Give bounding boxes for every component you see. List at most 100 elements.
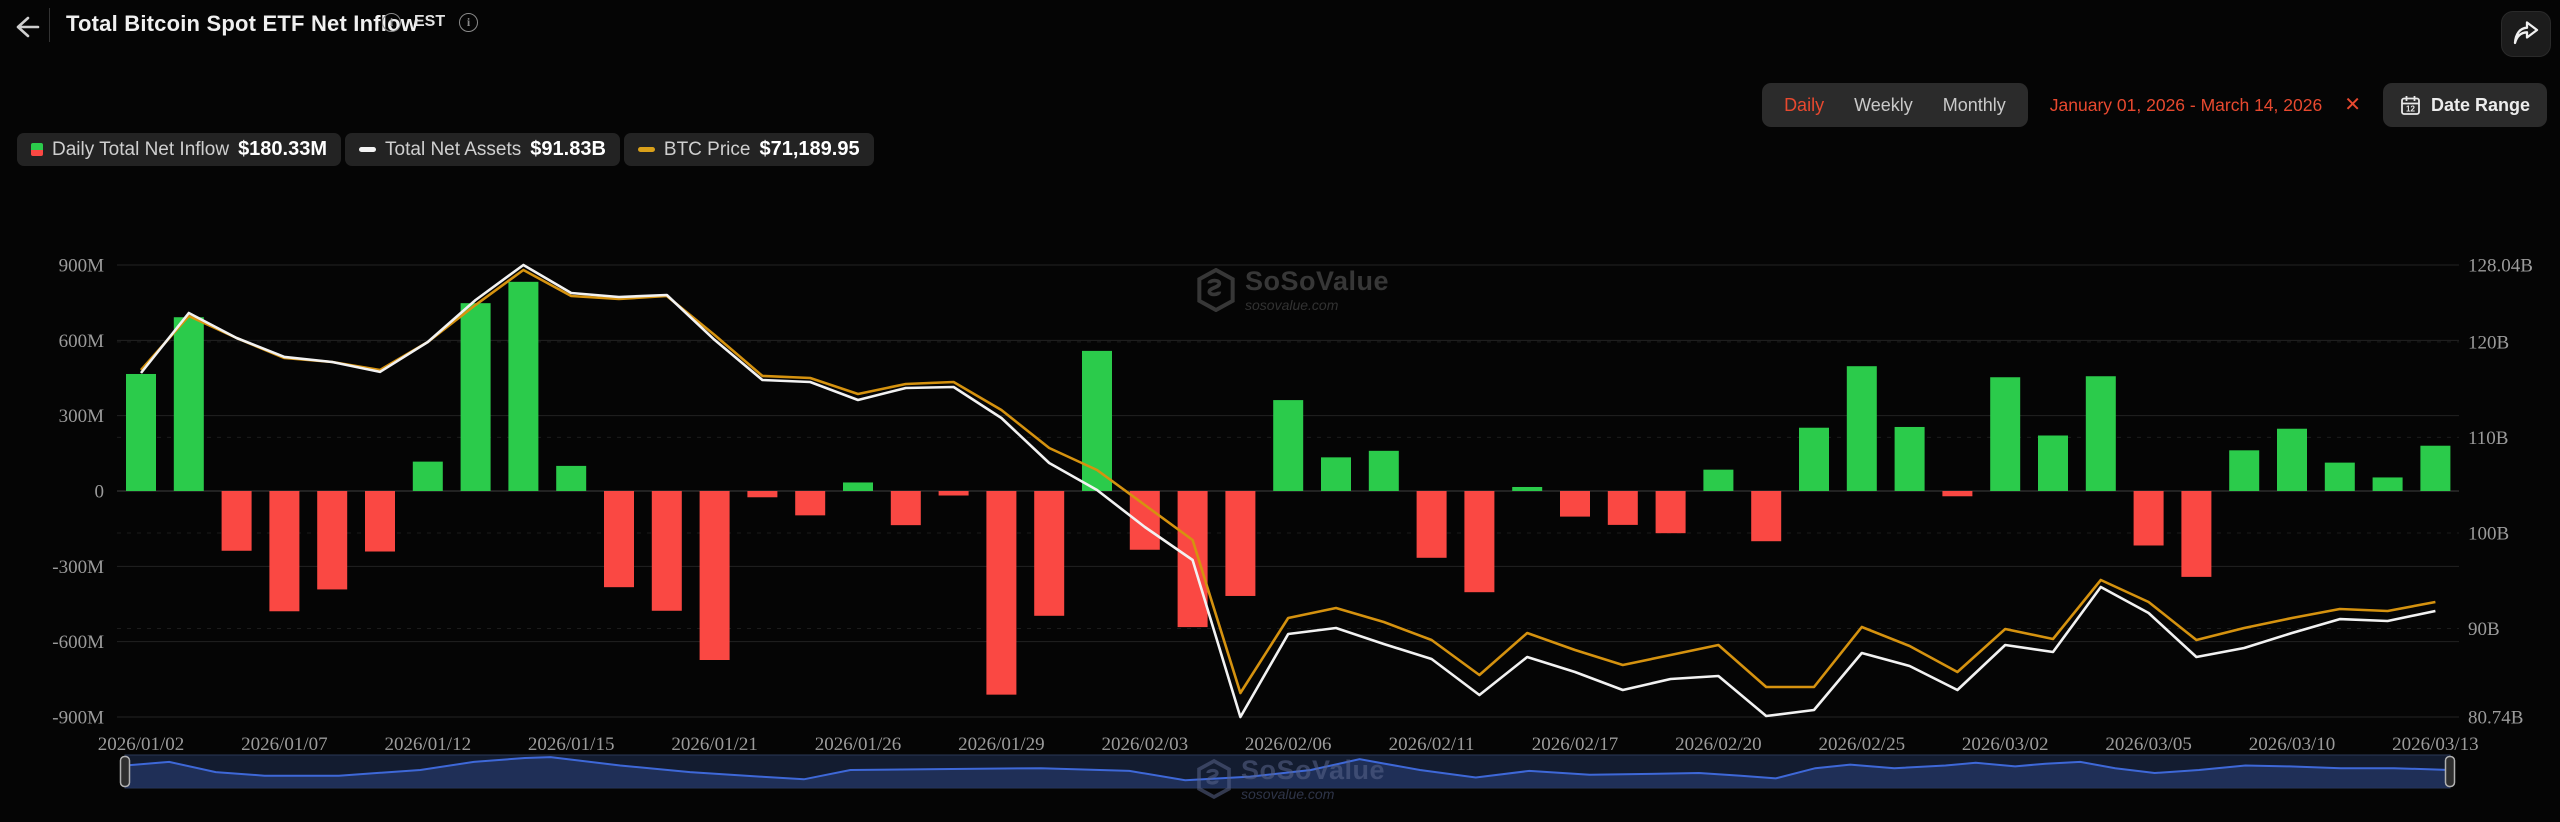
inflow-bar (1225, 491, 1255, 596)
inflow-bar (1703, 470, 1733, 491)
granularity-switch: Daily Weekly Monthly (1762, 83, 2028, 127)
x-axis-label: 2026/01/29 (958, 734, 1045, 755)
inflow-bar (2229, 450, 2259, 491)
legend-chip-btc-price[interactable]: BTC Price $71,189.95 (624, 133, 874, 166)
x-axis-label: 2026/01/26 (815, 734, 902, 755)
tab-weekly[interactable]: Weekly (1854, 95, 1913, 116)
inflow-bar (461, 303, 491, 491)
inflow-bar (1273, 400, 1303, 491)
legend-value: $71,189.95 (759, 138, 859, 161)
inflow-bar (1417, 491, 1447, 558)
legend-value: $91.83B (530, 138, 606, 161)
page-title: Total Bitcoin Spot ETF Net Inflow (66, 11, 418, 37)
inflow-bar (1990, 377, 2020, 491)
inflow-bar (508, 282, 538, 491)
header-bar: Total Bitcoin Spot ETF Net Inflow i EST … (0, 0, 2560, 62)
inflow-bar-icon (31, 143, 43, 156)
inflow-bar (1608, 491, 1638, 525)
back-arrow-icon[interactable] (10, 12, 40, 42)
tab-monthly[interactable]: Monthly (1943, 95, 2006, 116)
inflow-bar (2038, 436, 2068, 491)
inflow-bar (604, 491, 634, 587)
navigator-handle-left[interactable] (121, 757, 130, 787)
legend-value: $180.33M (238, 138, 327, 161)
inflow-bar (891, 491, 921, 525)
inflow-bar (126, 374, 156, 491)
inflow-bar (1942, 491, 1972, 496)
inflow-bar (1512, 487, 1542, 491)
y-axis-label-right: 100B (2468, 523, 2509, 544)
date-range-button-label: Date Range (2431, 95, 2530, 116)
y-axis-label-right: 120B (2468, 332, 2509, 353)
inflow-bar (1656, 491, 1686, 533)
x-axis-label: 2026/03/13 (2392, 734, 2479, 755)
y-axis-label-left: 0 (95, 482, 105, 503)
inflow-bar (1321, 457, 1351, 491)
inflow-bar (365, 491, 395, 552)
inflow-bar (1369, 451, 1399, 491)
inflow-bar (1895, 427, 1925, 491)
tab-daily[interactable]: Daily (1784, 95, 1824, 116)
legend-chip-net-assets[interactable]: Total Net Assets $91.83B (345, 133, 620, 166)
y-axis-label-left: 900M (59, 256, 105, 277)
y-axis-label-left: 300M (59, 406, 105, 427)
inflow-bar (556, 466, 586, 491)
inflow-bar (652, 491, 682, 611)
share-button[interactable] (2501, 11, 2551, 57)
inflow-bar (269, 491, 299, 611)
inflow-bar (1799, 428, 1829, 491)
inflow-bar (2325, 463, 2355, 491)
calendar-icon: 12 (2400, 95, 2421, 116)
timezone-info-icon[interactable]: i (459, 13, 478, 32)
svg-text:12: 12 (2406, 104, 2415, 113)
x-axis-label: 2026/02/06 (1245, 734, 1332, 755)
inflow-bar (1847, 366, 1877, 491)
inflow-bar (2373, 477, 2403, 491)
inflow-bar (1751, 491, 1781, 541)
x-axis-label: 2026/02/11 (1389, 734, 1475, 755)
x-axis-label: 2026/03/02 (1962, 734, 2049, 755)
x-axis-label: 2026/02/20 (1675, 734, 1762, 755)
x-axis-label: 2026/02/25 (1819, 734, 1906, 755)
inflow-bar (843, 482, 873, 491)
inflow-bar (795, 491, 825, 515)
legend-label: Daily Total Net Inflow (52, 139, 229, 161)
header-divider (49, 8, 50, 42)
inflow-bar (2420, 446, 2450, 491)
x-axis-label: 2026/01/02 (98, 734, 185, 755)
inflow-bar (413, 462, 443, 491)
legend-chip-net-inflow[interactable]: Daily Total Net Inflow $180.33M (17, 133, 341, 166)
y-axis-label-right: 80.74B (2468, 708, 2523, 729)
inflow-bar (2277, 429, 2307, 491)
x-axis-label: 2026/01/21 (671, 734, 758, 755)
inflow-bar (1464, 491, 1494, 592)
navigator-handle-right[interactable] (2446, 757, 2455, 787)
inflow-bar (2086, 376, 2116, 491)
inflow-bar (700, 491, 730, 660)
inflow-bar (1560, 491, 1590, 517)
x-axis-label: 2026/03/05 (2105, 734, 2192, 755)
inflow-bar (2181, 491, 2211, 577)
chart-legend: Daily Total Net Inflow $180.33M Total Ne… (17, 133, 874, 166)
inflow-bar (986, 491, 1016, 695)
y-axis-label-right: 110B (2468, 428, 2508, 449)
inflow-bar (1034, 491, 1064, 616)
y-axis-label-right: 90B (2468, 619, 2500, 640)
inflow-bar (939, 491, 969, 496)
timezone-label: EST (414, 13, 445, 31)
x-axis-label: 2026/01/07 (241, 734, 328, 755)
x-axis-label: 2026/03/10 (2249, 734, 2336, 755)
clear-date-range-icon[interactable]: ✕ (2344, 95, 2361, 115)
y-axis-label-left: 600M (59, 331, 105, 352)
x-axis-label: 2026/01/12 (385, 734, 472, 755)
title-info-icon[interactable]: i (382, 13, 401, 32)
inflow-bar (747, 491, 777, 497)
share-icon (2512, 21, 2540, 47)
btc-price-line-icon (638, 147, 655, 152)
selected-date-range: January 01, 2026 - March 14, 2026 (2050, 95, 2322, 116)
date-range-button[interactable]: 12 Date Range (2383, 83, 2547, 127)
y-axis-label-right: 128.04B (2468, 256, 2533, 277)
y-axis-label-left: -900M (52, 708, 104, 729)
legend-label: Total Net Assets (385, 139, 521, 161)
x-axis-label: 2026/02/03 (1102, 734, 1189, 755)
